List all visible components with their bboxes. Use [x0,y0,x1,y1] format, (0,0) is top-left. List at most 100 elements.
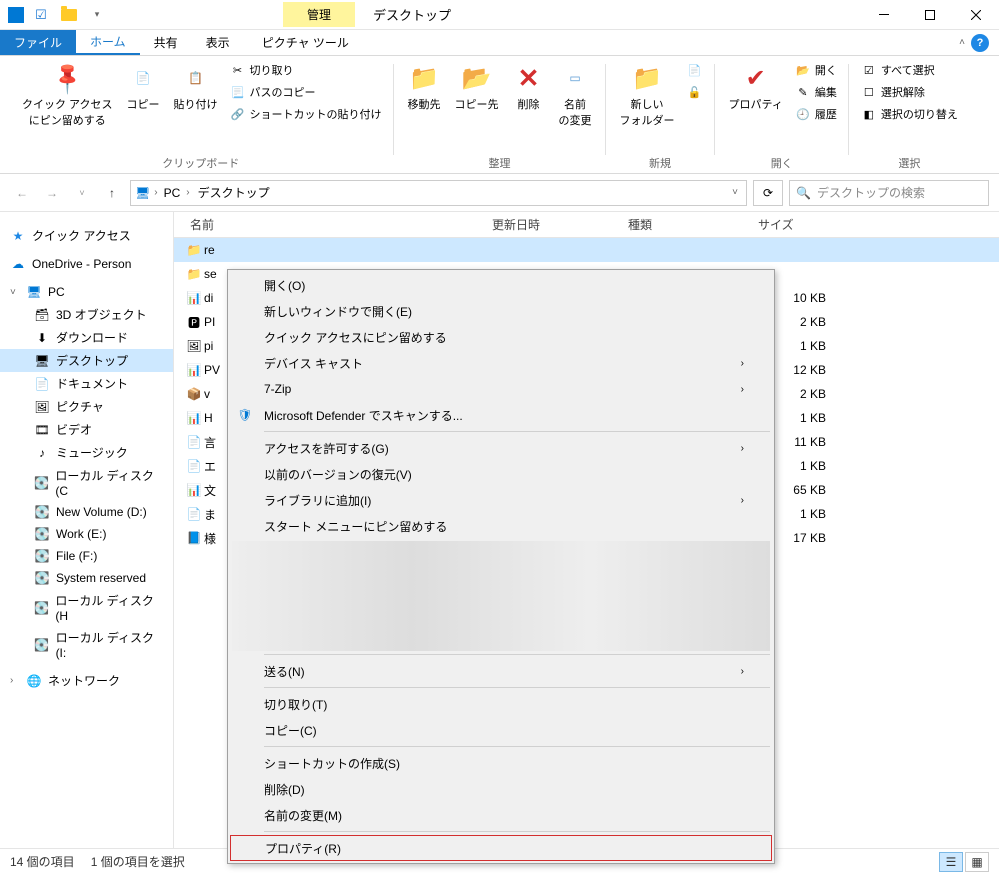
redacted-area [232,541,770,651]
address-field[interactable]: 🖥 › PC› デスクトップ ˅ [130,180,747,206]
history-button[interactable]: 🕘履歴 [791,104,841,124]
qat-dropdown[interactable]: ▾ [86,4,108,26]
refresh-button[interactable]: ⟳ [753,180,783,206]
cm-delete[interactable]: 削除(D) [230,776,772,802]
sidebar-onedrive[interactable]: ☁OneDrive - Person [0,253,173,275]
collapse-ribbon-icon[interactable]: ˄ [959,37,965,48]
tab-file[interactable]: ファイル [0,30,76,55]
file-row[interactable]: 📁 re [174,238,999,262]
folder-icon: 🎞 [34,422,50,438]
cm-pin-quick-access[interactable]: クイック アクセスにピン留めする [230,324,772,350]
sidebar-item[interactable]: 🖼ピクチャ [0,395,173,418]
copy-to-button[interactable]: 📂 コピー先 [449,60,505,114]
cm-7zip[interactable]: 7-Zip› [230,376,772,402]
sidebar-pc[interactable]: ˅🖥PC [0,281,173,303]
cm-open[interactable]: 開く(O) [230,272,772,298]
sidebar-item[interactable]: 💽ローカル ディスク (H [0,589,173,626]
delete-button[interactable]: ✕ 削除 [507,60,551,114]
rename-button[interactable]: ▭ 名前 の変更 [553,60,598,130]
tab-view[interactable]: 表示 [192,30,244,55]
sidebar-quick-access[interactable]: ★クイック アクセス [0,224,173,247]
cm-give-access[interactable]: アクセスを許可する(G)› [230,435,772,461]
search-input[interactable]: 🔍 デスクトップの検索 [789,180,989,206]
sidebar-item[interactable]: 💽System reserved [0,567,173,589]
pin-quickaccess-button[interactable]: 📌 クイック アクセス にピン留めする [16,60,119,130]
sidebar-item[interactable]: 💽File (F:) [0,545,173,567]
column-name: 名前 [184,212,486,237]
sidebar-item[interactable]: ⬇ダウンロード [0,326,173,349]
manage-contextual-label: 管理 [283,2,355,27]
move-to-button[interactable]: 📁 移動先 [402,60,447,114]
qat-folder-icon[interactable] [58,4,80,26]
edit-button[interactable]: ✎編集 [791,82,841,102]
open-button[interactable]: 📂開く [791,60,841,80]
help-icon[interactable]: ? [971,34,989,52]
file-type-icon: 📊 [184,291,204,305]
cm-defender-scan[interactable]: 🛡Microsoft Defender でスキャンする... [230,402,772,428]
sidebar-item[interactable]: 📄ドキュメント [0,372,173,395]
tab-picture-tools[interactable]: ピクチャ ツール [248,30,363,55]
file-type-icon: 📘 [184,531,204,545]
sidebar-item[interactable]: 💽ローカル ディスク (C [0,464,173,501]
cm-open-new-window[interactable]: 新しいウィンドウで開く(E) [230,298,772,324]
cut-button[interactable]: ✂切り取り [226,60,386,80]
file-type-icon: 🖼 [184,339,204,353]
cm-pin-start[interactable]: スタート メニューにピン留めする [230,513,772,539]
thumbnails-view-button[interactable]: ▦ [965,852,989,872]
minimize-button[interactable] [861,0,907,30]
copy-button[interactable]: 📄 コピー [121,60,166,114]
forward-button[interactable]: → [40,181,64,205]
cm-copy[interactable]: コピー(C) [230,717,772,743]
sidebar-item[interactable]: ♪ミュージック [0,441,173,464]
properties-button[interactable]: ✔ プロパティ [723,60,789,114]
new-item-button[interactable]: 📄 [683,60,707,80]
select-all-icon: ☑ [861,62,877,78]
invert-selection-button[interactable]: ◧選択の切り替え [857,104,962,124]
address-dropdown[interactable]: ˅ [728,187,742,198]
group-organize-label: 整理 [489,153,511,173]
sidebar-item[interactable]: 🖥デスクトップ [0,349,173,372]
sidebar-network[interactable]: ›🌐ネットワーク [0,669,173,692]
file-type-icon: 📄 [184,507,204,521]
cm-create-shortcut[interactable]: ショートカットの作成(S) [230,750,772,776]
pc-icon: 🖥 [135,186,150,200]
sidebar-item[interactable]: 💽Work (E:) [0,523,173,545]
cm-properties[interactable]: プロパティ(R) [230,835,772,861]
network-icon: 🌐 [26,673,42,689]
cm-send-to[interactable]: 送る(N)› [230,658,772,684]
copy-path-button[interactable]: 📃パスのコピー [226,82,386,102]
tab-home[interactable]: ホーム [76,30,140,55]
ribbon: 📌 クイック アクセス にピン留めする 📄 コピー 📋 貼り付け ✂切り取り 📃… [0,56,999,174]
new-folder-button[interactable]: 📁 新しい フォルダー [614,60,681,130]
shortcut-icon: 🔗 [230,106,246,122]
new-folder-icon: 📁 [632,64,662,93]
up-button[interactable]: ↑ [100,181,124,205]
paste-button[interactable]: 📋 貼り付け [168,60,224,114]
sidebar-item[interactable]: 💽ローカル ディスク (I: [0,626,173,663]
details-view-button[interactable]: ☰ [939,852,963,872]
item-count: 14 個の項目 [10,853,75,870]
recent-dropdown[interactable]: ˅ [70,181,94,205]
sidebar-item[interactable]: 🗃3D オブジェクト [0,303,173,326]
maximize-button[interactable] [907,0,953,30]
back-button[interactable]: ← [10,181,34,205]
group-clipboard-label: クリップボード [162,153,239,173]
address-bar: ← → ˅ ↑ 🖥 › PC› デスクトップ ˅ ⟳ 🔍 デスクトップの検索 [0,174,999,212]
close-button[interactable] [953,0,999,30]
select-none-icon: ☐ [861,84,877,100]
cm-cut[interactable]: 切り取り(T) [230,691,772,717]
column-headers[interactable]: 名前 更新日時 種類 サイズ [174,212,999,238]
sidebar-item[interactable]: 💽New Volume (D:) [0,501,173,523]
easy-access-button[interactable]: 🔓 [683,82,707,102]
navigation-sidebar[interactable]: ★クイック アクセス ☁OneDrive - Person ˅🖥PC 🗃3D オ… [0,212,174,848]
qat-checkbox[interactable]: ☑ [30,4,52,26]
cm-include-library[interactable]: ライブラリに追加(I)› [230,487,772,513]
select-all-button[interactable]: ☑すべて選択 [857,60,962,80]
cm-restore-previous[interactable]: 以前のバージョンの復元(V) [230,461,772,487]
paste-shortcut-button[interactable]: 🔗ショートカットの貼り付け [226,104,386,124]
tab-share[interactable]: 共有 [140,30,192,55]
sidebar-item[interactable]: 🎞ビデオ [0,418,173,441]
select-none-button[interactable]: ☐選択解除 [857,82,962,102]
cm-rename[interactable]: 名前の変更(M) [230,802,772,828]
cm-device-cast[interactable]: デバイス キャスト› [230,350,772,376]
